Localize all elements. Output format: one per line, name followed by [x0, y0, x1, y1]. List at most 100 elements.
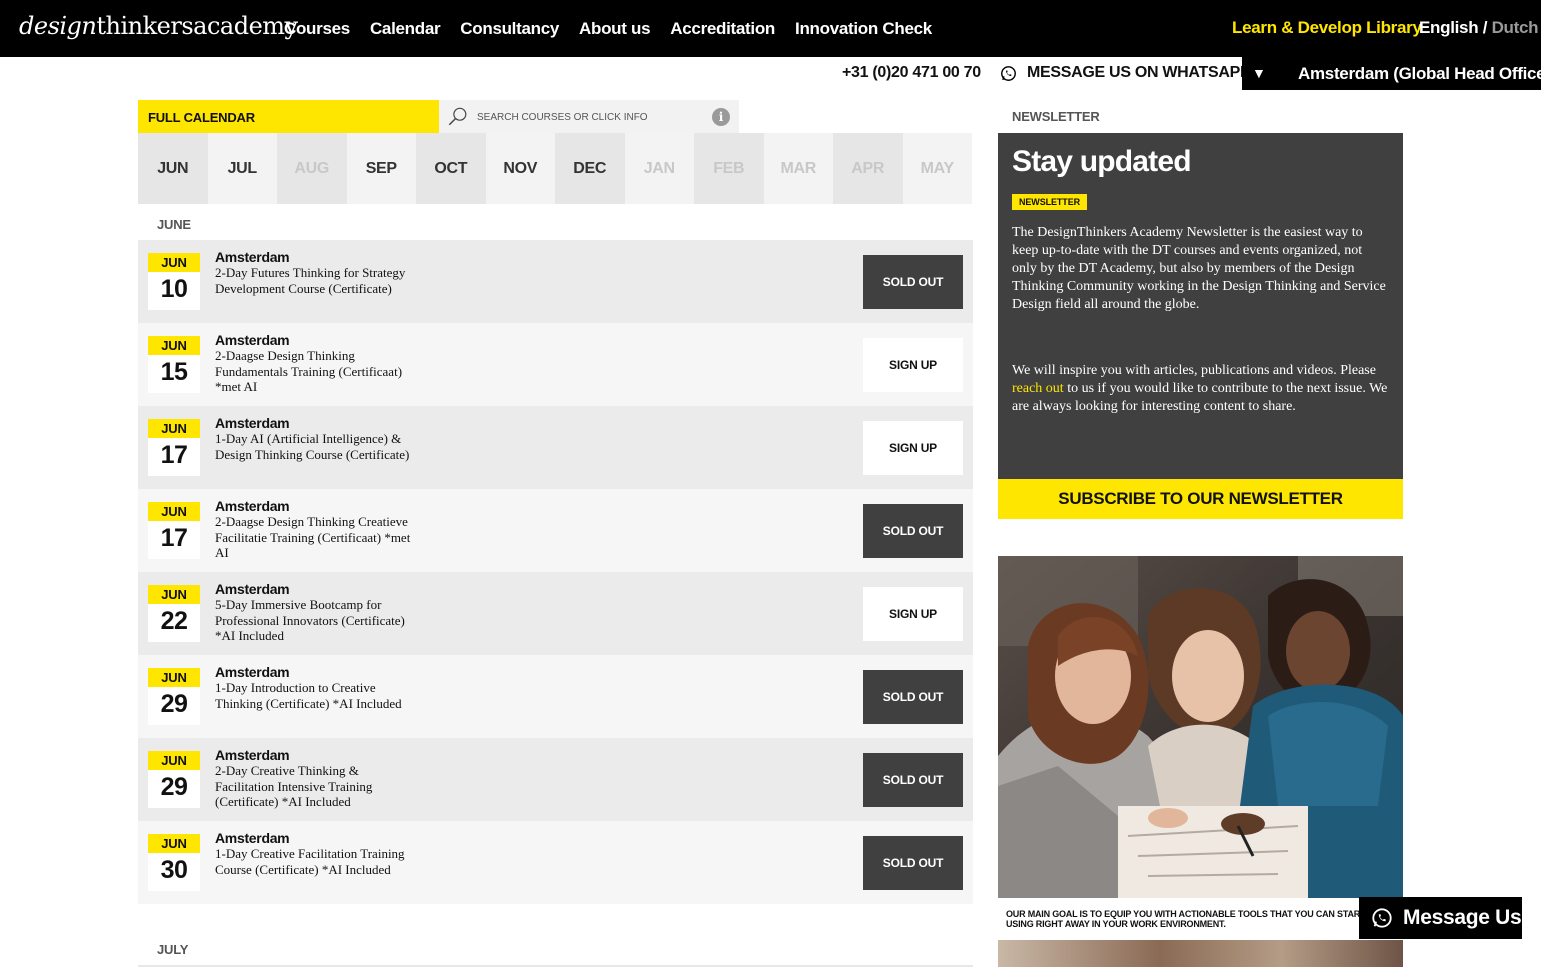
month-sep[interactable]: SEP: [346, 133, 416, 204]
event-date: JUN 15: [148, 336, 200, 393]
sign-up-button[interactable]: SIGN UP: [863, 338, 963, 392]
event-title[interactable]: 5-Day Immersive Bootcamp for Professiona…: [215, 597, 415, 644]
office-selector[interactable]: ▼ Amsterdam (Global Head Office): [1242, 57, 1541, 90]
contribute-text-before: We will inspire you with articles, publi…: [1012, 363, 1376, 378]
event-month: JUN: [148, 419, 200, 438]
whatsapp-link[interactable]: MESSAGE US ON WHATSAPP: [1000, 64, 1251, 82]
sign-up-button[interactable]: SIGN UP: [863, 587, 963, 641]
event-row[interactable]: JUN 17 Amsterdam 1-Day AI (Artificial Int…: [138, 406, 973, 489]
event-month: JUN: [148, 834, 200, 853]
month-oct[interactable]: OCT: [416, 133, 486, 204]
phone-number[interactable]: +31 (0)20 471 00 70: [842, 64, 981, 82]
month-dec[interactable]: DEC: [555, 133, 625, 204]
event-title[interactable]: 2-Daagse Design Thinking Fundamentals Tr…: [215, 348, 415, 395]
nav-courses[interactable]: Courses: [284, 19, 350, 39]
event-city: Amsterdam: [215, 415, 290, 431]
event-title[interactable]: 1-Day Introduction to Creative Thinking …: [215, 680, 415, 711]
nav-about-us[interactable]: About us: [579, 19, 651, 39]
event-city: Amsterdam: [215, 332, 290, 348]
event-row[interactable]: JUN 15 Amsterdam 2-Daagse Design Thinking…: [138, 323, 973, 406]
library-link[interactable]: Learn & Develop Library: [1232, 18, 1422, 38]
event-day: 17: [160, 524, 188, 552]
event-title[interactable]: 1-Day Creative Facilitation Training Cou…: [215, 846, 415, 877]
newsletter-badge: NEWSLETTER: [1012, 194, 1087, 210]
nav-accreditation[interactable]: Accreditation: [670, 19, 775, 39]
sold-out-button[interactable]: SOLD OUT: [863, 504, 963, 558]
secondary-photo: [998, 940, 1403, 967]
photo-caption: OUR MAIN GOAL IS TO EQUIP YOU WITH ACTIO…: [1006, 909, 1366, 929]
info-icon[interactable]: i: [712, 108, 730, 126]
newsletter-heading: Stay updated: [1012, 145, 1192, 178]
event-title[interactable]: 2-Daagse Design Thinking Creatieve Facil…: [215, 514, 415, 561]
sold-out-button[interactable]: SOLD OUT: [863, 255, 963, 309]
nav-calendar[interactable]: Calendar: [370, 19, 441, 39]
nav-innovation-check[interactable]: Innovation Check: [795, 19, 932, 39]
month-feb: FEB: [694, 133, 764, 204]
search-input[interactable]: [477, 109, 707, 125]
event-title[interactable]: 2-Day Creative Thinking & Facilitation I…: [215, 763, 415, 810]
month-jun[interactable]: JUN: [138, 133, 208, 204]
lang-separator: /: [1478, 18, 1492, 37]
event-date: JUN 10: [148, 253, 200, 310]
site-logo[interactable]: designthinkersacademy: [19, 12, 298, 40]
search-icon: [448, 107, 467, 126]
event-city: Amsterdam: [215, 747, 290, 763]
event-day: 22: [160, 607, 188, 635]
sold-out-button[interactable]: SOLD OUT: [863, 753, 963, 807]
event-day: 10: [160, 275, 188, 303]
sold-out-button[interactable]: SOLD OUT: [863, 670, 963, 724]
logo-italic-part: design: [19, 12, 97, 40]
event-row[interactable]: JUN 29 Amsterdam 2-Day Creative Thinking …: [138, 738, 973, 821]
event-month: JUN: [148, 253, 200, 272]
event-title[interactable]: 1-Day AI (Artificial Intelligence) & Des…: [215, 431, 415, 462]
office-label: Amsterdam (Global Head Office): [1298, 64, 1541, 83]
event-city: Amsterdam: [215, 664, 290, 680]
event-row[interactable]: JUN 10 Amsterdam 2-Day Futures Thinking f…: [138, 240, 973, 323]
month-aug: AUG: [277, 133, 347, 204]
event-day: 17: [160, 441, 188, 469]
message-us-button[interactable]: Message Us: [1359, 897, 1522, 939]
event-row[interactable]: JUN 30 Amsterdam 1-Day Creative Facilitat…: [138, 821, 973, 904]
month-jan: JAN: [624, 133, 694, 204]
event-row[interactable]: JUN 17 Amsterdam 2-Daagse Design Thinking…: [138, 489, 973, 572]
event-month: JUN: [148, 336, 200, 355]
event-city: Amsterdam: [215, 581, 290, 597]
language-switcher: English / Dutch: [1419, 18, 1539, 38]
event-day: 15: [160, 358, 188, 386]
event-day: 29: [160, 690, 188, 718]
event-city: Amsterdam: [215, 830, 290, 846]
event-title[interactable]: 2-Day Futures Thinking for Strategy Deve…: [215, 265, 415, 296]
reach-out-link[interactable]: reach out: [1012, 381, 1064, 396]
event-date: JUN 17: [148, 502, 200, 559]
dropdown-arrow-icon: ▼: [1252, 65, 1266, 81]
event-day: 30: [160, 856, 188, 884]
month-jul[interactable]: JUL: [207, 133, 277, 204]
month-apr: APR: [833, 133, 903, 204]
event-row[interactable]: JUN 22 Amsterdam 5-Day Immersive Bootcamp…: [138, 572, 973, 655]
event-date: JUN 30: [148, 834, 200, 891]
lang-english[interactable]: English: [1419, 18, 1479, 37]
newsletter-contribute-text: We will inspire you with articles, publi…: [1012, 362, 1390, 416]
sold-out-button[interactable]: SOLD OUT: [863, 836, 963, 890]
logo-rest-part: thinkersacademy: [96, 12, 298, 40]
lang-dutch[interactable]: Dutch: [1492, 18, 1539, 37]
event-city: Amsterdam: [215, 498, 290, 514]
whatsapp-icon: [1372, 908, 1392, 928]
event-list: JUN 10 Amsterdam 2-Day Futures Thinking f…: [138, 240, 973, 904]
top-navigation-bar: designthinkersacademy Courses Calendar C…: [0, 0, 1541, 57]
nav-consultancy[interactable]: Consultancy: [460, 19, 559, 39]
workshop-photo: [998, 556, 1403, 898]
month-mar: MAR: [763, 133, 833, 204]
sign-up-button[interactable]: SIGN UP: [863, 421, 963, 475]
event-month: JUN: [148, 751, 200, 770]
full-calendar-link[interactable]: FULL CALENDAR: [138, 100, 439, 133]
section-heading-july: JULY: [157, 942, 189, 957]
month-nov[interactable]: NOV: [485, 133, 555, 204]
section-heading-june: JUNE: [157, 217, 191, 232]
main-nav: Courses Calendar Consultancy About us Ac…: [284, 0, 932, 57]
event-date: JUN 17: [148, 419, 200, 476]
contribute-text-after: to us if you would like to contribute to…: [1012, 381, 1388, 414]
subscribe-newsletter-button[interactable]: SUBSCRIBE TO OUR NEWSLETTER: [998, 479, 1403, 519]
event-row[interactable]: JUN 29 Amsterdam 1-Day Introduction to Cr…: [138, 655, 973, 738]
newsletter-section-label: NEWSLETTER: [1012, 109, 1100, 124]
